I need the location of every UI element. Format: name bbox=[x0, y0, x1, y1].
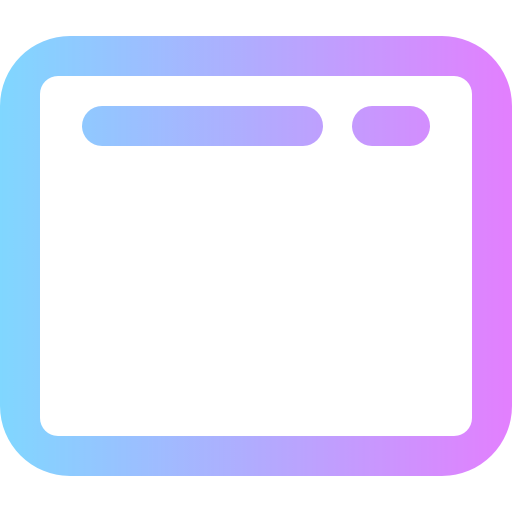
icon-canvas bbox=[0, 0, 512, 512]
browser-window-icon bbox=[0, 36, 512, 476]
address-bar-shape bbox=[82, 106, 323, 146]
toolbar-button-shape bbox=[352, 106, 430, 146]
window-frame bbox=[0, 36, 512, 476]
